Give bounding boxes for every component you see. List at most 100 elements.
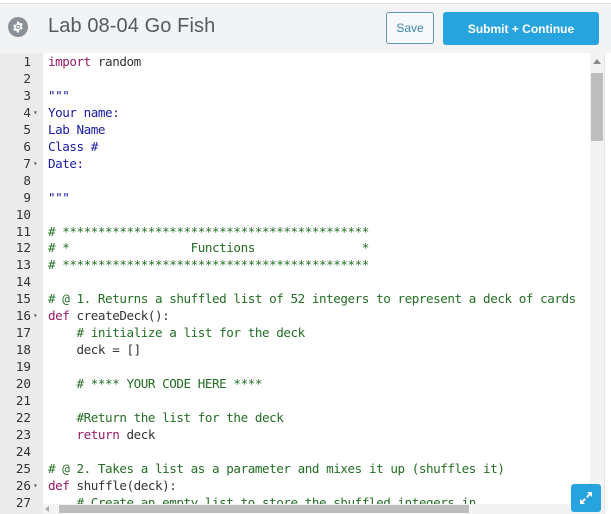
header-bar: Lab 08-04 Go Fish Save Submit + Continue [0,4,611,52]
code-token-comment: # **** YOUR CODE HERE **** [76,376,263,392]
code-text: # **************************************… [48,257,369,274]
code-line[interactable]: 24 [0,444,590,461]
line-number: 5 [23,121,31,137]
line-number: 10 [15,206,31,222]
code-line[interactable]: 18 deck = [] [0,342,590,359]
line-number: 18 [15,342,31,358]
code-text: # initialize a list for the deck [48,325,306,342]
code-text: #Return the list for the deck [48,410,284,427]
code-line[interactable]: 12 # * Functions * [0,240,590,257]
vertical-scrollbar[interactable] [590,53,604,514]
line-number: 19 [15,359,31,375]
code-token-string: Lab Name [48,121,106,137]
line-number: 17 [15,325,31,341]
code-line[interactable]: 2 [0,71,590,88]
line-number: 2 [23,70,31,86]
submit-continue-button[interactable]: Submit + Continue [443,12,599,45]
line-number: 11 [15,223,31,239]
fold-arrow-icon[interactable]: ▾ [33,308,38,325]
code-line[interactable]: 6 Class # [0,139,590,156]
scroll-left-arrow-icon[interactable] [45,506,49,512]
code-line[interactable]: 16 ▾ def createDeck(): [0,308,590,325]
code-token-comment: # * Functions * [48,240,369,256]
settings-button[interactable] [8,17,28,37]
code-line[interactable]: 3 """ [0,88,590,105]
save-button[interactable]: Save [386,12,434,44]
fold-arrow-icon[interactable]: ▾ [33,105,38,122]
code-text: import random [48,54,141,71]
code-token-string: """ [48,189,70,205]
fold-arrow-icon[interactable]: ▾ [33,156,38,173]
code-token-string: Class # [48,138,98,154]
code-text: Your name: [48,104,120,122]
code-line[interactable]: 8 [0,173,590,190]
code-line[interactable]: 7 ▾ Date: [0,156,590,173]
code-line[interactable]: 13 # ************************************… [0,257,590,274]
horizontal-scroll-thumb[interactable] [59,505,469,513]
line-number: 14 [15,274,31,290]
horizontal-scrollbar[interactable] [43,504,590,514]
fold-arrow-icon[interactable]: ▾ [33,478,38,495]
code-line[interactable]: 20 # **** YOUR CODE HERE **** [0,376,590,393]
code-line[interactable]: 26 ▾ def shuffle(deck): [0,478,590,495]
code-text: return deck [48,426,156,444]
code-text: # **** YOUR CODE HERE **** [48,376,263,393]
code-line[interactable]: 23 return deck [0,427,590,444]
code-line[interactable]: 17 # initialize a list for the deck [0,325,590,342]
code-token-plain: shuffle(deck): [69,477,177,493]
code-token-keyword: def [48,477,70,493]
code-line[interactable]: 25 # @ 2. Takes a list as a parameter and… [0,461,590,478]
code-line[interactable]: 11 # ************************************… [0,224,590,241]
code-text: Class # [48,139,98,156]
expand-icon [580,492,592,504]
line-number: 3 [23,87,31,103]
line-number: 22 [15,410,31,426]
code-text: Date: [48,156,84,173]
code-line[interactable]: 19 [0,359,590,376]
code-token-string: Your name: [48,104,120,120]
code-token-string: Date: [48,155,84,171]
code-line[interactable]: 4 ▾ Your name: [0,105,590,122]
page-title: Lab 08-04 Go Fish [48,15,216,37]
code-token-plain: deck [119,426,155,442]
code-token-keyword: import [48,54,91,69]
code-token-plain: random [90,54,141,69]
line-number: 27 [15,494,31,510]
code-line[interactable]: 10 [0,207,590,224]
code-line[interactable]: 9 """ [0,190,590,207]
code-lines[interactable]: 1 import random 2 3 """ 4 ▾ Your name: 5 Lab Name… [0,54,590,512]
code-text: Lab Name [48,121,106,139]
line-number: 25 [15,460,31,476]
line-number: 21 [15,393,31,409]
code-token-string: """ [48,87,70,103]
code-line[interactable]: 5 Lab Name [0,122,590,139]
code-line[interactable]: 1 import random [0,54,590,71]
code-line[interactable]: 21 [0,393,590,410]
code-text: """ [48,189,70,207]
code-line[interactable]: 22 #Return the list for the deck [0,410,590,427]
code-text: """ [48,87,70,105]
line-number: 13 [15,257,31,273]
code-token-plain: deck = [] [48,342,142,358]
line-number: 20 [15,376,31,392]
code-text: # @ 2. Takes a list as a parameter and m… [48,460,505,478]
line-number: 6 [23,138,31,154]
code-token-comment: # @ 2. Takes a list as a parameter and m… [48,460,505,476]
editor-right-edge [604,53,611,514]
line-number: 9 [23,189,31,205]
line-number: 23 [15,426,31,442]
code-editor[interactable]: 1 import random 2 3 """ 4 ▾ Your name: 5 Lab Name… [0,53,611,514]
code-text: # **************************************… [48,224,369,241]
code-token-plain: createDeck(): [69,308,170,324]
code-line[interactable]: 15 # @ 1. Returns a shuffled list of 52 i… [0,291,590,308]
vertical-scroll-thumb[interactable] [591,73,603,141]
code-token-comment: # initialize a list for the deck [76,325,306,341]
line-number: 24 [15,443,31,459]
code-line[interactable]: 14 [0,274,590,291]
code-text: # @ 1. Returns a shuffled list of 52 int… [48,291,576,308]
line-number: 7 [23,155,31,171]
scroll-up-arrow-icon[interactable] [593,59,601,64]
expand-editor-button[interactable] [571,484,601,512]
